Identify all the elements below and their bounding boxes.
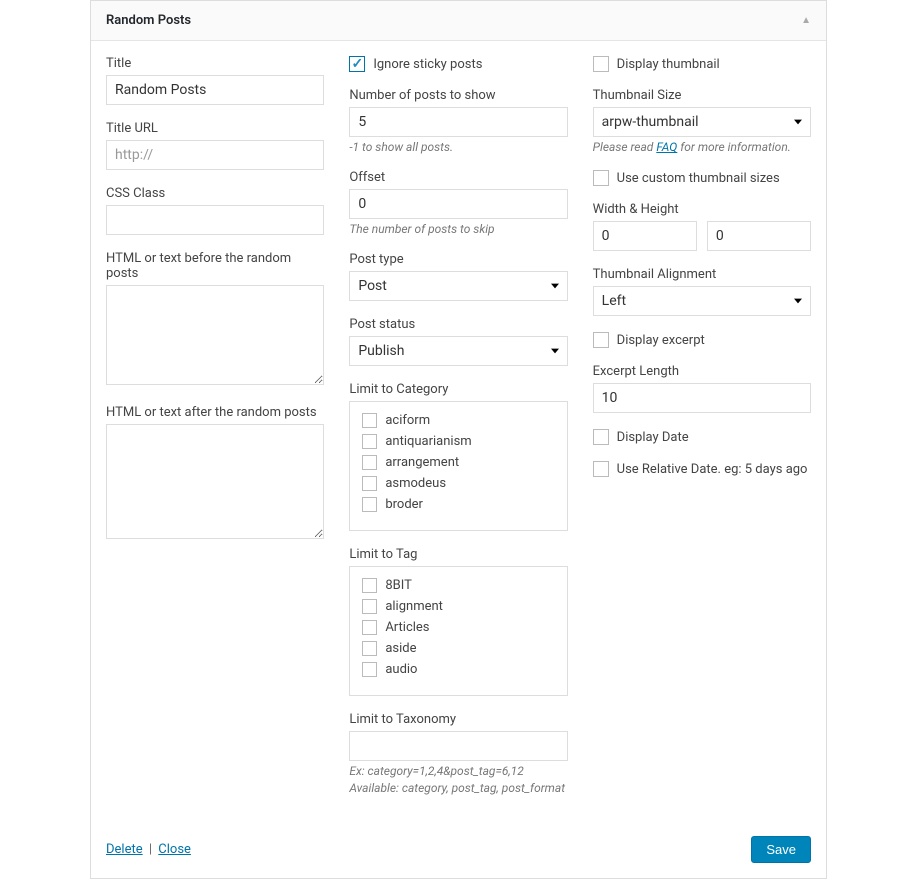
excerpt-length-input[interactable] bbox=[593, 383, 811, 413]
excerpt-length-label: Excerpt Length bbox=[593, 364, 811, 379]
after-html-textarea[interactable] bbox=[106, 424, 324, 539]
post-status-label: Post status bbox=[349, 317, 567, 332]
tag-checkbox[interactable] bbox=[362, 578, 377, 593]
category-label: broder bbox=[385, 497, 423, 512]
display-excerpt-label[interactable]: Display excerpt bbox=[617, 333, 705, 348]
post-status-select[interactable]: Publish bbox=[349, 336, 567, 366]
column-left: Title Title URL CSS Class HTML or text b… bbox=[106, 56, 324, 811]
display-thumbnail-checkbox[interactable] bbox=[593, 56, 609, 72]
list-item[interactable]: alignment bbox=[362, 596, 554, 617]
thumbnail-alignment-label: Thumbnail Alignment bbox=[593, 267, 811, 282]
offset-help: The number of posts to skip bbox=[349, 222, 567, 236]
close-link[interactable]: Close bbox=[158, 842, 191, 857]
num-posts-input[interactable] bbox=[349, 107, 567, 137]
list-item[interactable]: aciform bbox=[362, 410, 554, 431]
limit-taxonomy-help1: Ex: category=1,2,4&post_tag=6,12 bbox=[349, 764, 567, 778]
width-height-label: Width & Height bbox=[593, 202, 811, 217]
tag-label: audio bbox=[385, 662, 417, 677]
display-thumbnail-label[interactable]: Display thumbnail bbox=[617, 57, 720, 72]
category-list[interactable]: aciform antiquarianism arrangement asmodeus… bbox=[349, 401, 567, 531]
width-input[interactable] bbox=[593, 221, 697, 251]
list-item[interactable]: aside bbox=[362, 638, 554, 659]
thumbnail-size-help: Please read FAQ for more information. bbox=[593, 140, 811, 154]
category-checkbox[interactable] bbox=[362, 476, 377, 491]
limit-taxonomy-input[interactable] bbox=[349, 731, 567, 761]
category-checkbox[interactable] bbox=[362, 455, 377, 470]
offset-input[interactable] bbox=[349, 189, 567, 219]
column-middle: Ignore sticky posts Number of posts to s… bbox=[349, 56, 567, 811]
collapse-icon[interactable]: ▲ bbox=[801, 15, 811, 26]
display-date-checkbox[interactable] bbox=[593, 429, 609, 445]
limit-category-label: Limit to Category bbox=[349, 382, 567, 397]
separator: | bbox=[149, 842, 152, 857]
list-item[interactable]: audio bbox=[362, 659, 554, 680]
ignore-sticky-checkbox[interactable] bbox=[349, 56, 365, 72]
thumbnail-size-label: Thumbnail Size bbox=[593, 88, 811, 103]
limit-taxonomy-help2: Available: category, post_tag, post_form… bbox=[349, 781, 567, 795]
post-type-label: Post type bbox=[349, 252, 567, 267]
use-relative-date-label[interactable]: Use Relative Date. eg: 5 days ago bbox=[617, 462, 808, 477]
use-custom-thumb-label[interactable]: Use custom thumbnail sizes bbox=[617, 171, 780, 186]
column-right: Display thumbnail Thumbnail Size arpw-th… bbox=[593, 56, 811, 811]
tag-checkbox[interactable] bbox=[362, 662, 377, 677]
title-url-label: Title URL bbox=[106, 121, 324, 136]
tag-label: alignment bbox=[385, 599, 443, 614]
thumbnail-size-select[interactable]: arpw-thumbnail bbox=[593, 107, 811, 137]
footer-links: Delete | Close bbox=[106, 842, 191, 857]
before-html-textarea[interactable] bbox=[106, 285, 324, 385]
list-item[interactable]: broder bbox=[362, 494, 554, 515]
category-label: asmodeus bbox=[385, 476, 446, 491]
category-checkbox[interactable] bbox=[362, 434, 377, 449]
tag-checkbox[interactable] bbox=[362, 641, 377, 656]
list-item[interactable]: Articles bbox=[362, 617, 554, 638]
offset-label: Offset bbox=[349, 170, 567, 185]
list-item[interactable]: arrangement bbox=[362, 452, 554, 473]
faq-link[interactable]: FAQ bbox=[656, 140, 677, 154]
post-type-select[interactable]: Post bbox=[349, 271, 567, 301]
use-custom-thumb-checkbox[interactable] bbox=[593, 170, 609, 186]
tag-label: Articles bbox=[385, 620, 429, 635]
tag-label: 8BIT bbox=[385, 578, 412, 593]
delete-link[interactable]: Delete bbox=[106, 842, 143, 857]
css-class-label: CSS Class bbox=[106, 186, 324, 201]
height-input[interactable] bbox=[707, 221, 811, 251]
list-item[interactable]: asmodeus bbox=[362, 473, 554, 494]
category-checkbox[interactable] bbox=[362, 497, 377, 512]
list-item[interactable]: antiquarianism bbox=[362, 431, 554, 452]
category-checkbox[interactable] bbox=[362, 413, 377, 428]
category-label: aciform bbox=[385, 413, 430, 428]
category-label: antiquarianism bbox=[385, 434, 471, 449]
tag-list[interactable]: 8BIT alignment Articles aside audio bbox=[349, 566, 567, 696]
css-class-input[interactable] bbox=[106, 205, 324, 235]
tag-label: aside bbox=[385, 641, 416, 656]
after-html-label: HTML or text after the random posts bbox=[106, 405, 324, 420]
num-posts-label: Number of posts to show bbox=[349, 88, 567, 103]
limit-tag-label: Limit to Tag bbox=[349, 547, 567, 562]
before-html-label: HTML or text before the random posts bbox=[106, 251, 324, 281]
tag-checkbox[interactable] bbox=[362, 599, 377, 614]
title-input[interactable] bbox=[106, 75, 324, 105]
display-date-label[interactable]: Display Date bbox=[617, 430, 689, 445]
widget-title: Random Posts bbox=[106, 13, 191, 28]
ignore-sticky-label[interactable]: Ignore sticky posts bbox=[373, 57, 482, 72]
widget-header: Random Posts ▲ bbox=[91, 1, 826, 41]
limit-taxonomy-label: Limit to Taxonomy bbox=[349, 712, 567, 727]
thumbnail-alignment-select[interactable]: Left bbox=[593, 286, 811, 316]
use-relative-date-checkbox[interactable] bbox=[593, 461, 609, 477]
tag-checkbox[interactable] bbox=[362, 620, 377, 635]
title-label: Title bbox=[106, 56, 324, 71]
num-posts-help: -1 to show all posts. bbox=[349, 140, 567, 154]
display-excerpt-checkbox[interactable] bbox=[593, 332, 609, 348]
save-button[interactable]: Save bbox=[751, 836, 811, 863]
list-item[interactable]: 8BIT bbox=[362, 575, 554, 596]
category-label: arrangement bbox=[385, 455, 459, 470]
title-url-input[interactable] bbox=[106, 140, 324, 170]
